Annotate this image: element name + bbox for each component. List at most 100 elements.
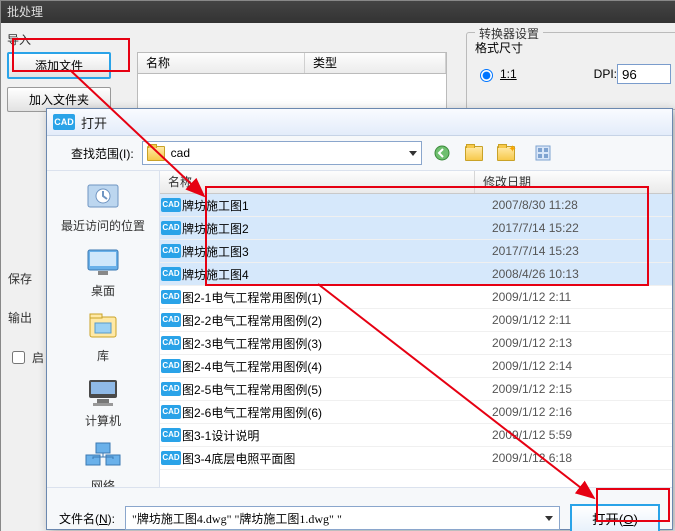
file-row[interactable]: CAD牌坊施工图12007/8/30 11:28: [160, 194, 672, 217]
file-name: 牌坊施工图4: [182, 266, 492, 283]
lookin-label: 查找范围(I):: [71, 145, 134, 162]
file-date: 2017/7/14 15:23: [492, 244, 672, 258]
file-row[interactable]: CAD图2-1电气工程常用图例(1)2009/1/12 2:11: [160, 286, 672, 309]
place-recent[interactable]: 最近访问的位置: [47, 177, 159, 240]
file-row[interactable]: CAD图3-4底层电照平面图2009/1/12 6:18: [160, 447, 672, 470]
filename-label: 文件名(N):: [59, 510, 115, 527]
file-date: 2009/1/12 2:15: [492, 382, 672, 396]
save-label: 保存: [8, 270, 44, 287]
view-menu-button[interactable]: [526, 141, 562, 165]
col-header-name[interactable]: 名称: [160, 171, 475, 193]
file-date: 2017/7/14 15:22: [492, 221, 672, 235]
file-name: 图2-2电气工程常用图例(2): [182, 312, 492, 329]
dpi-input[interactable]: [617, 64, 671, 84]
place-label: 网络: [47, 477, 159, 487]
file-date: 2007/8/30 11:28: [492, 198, 672, 212]
recent-icon: [82, 179, 124, 215]
place-desktop[interactable]: 桌面: [47, 242, 159, 305]
cad-file-icon: CAD: [160, 198, 182, 212]
run-checkbox[interactable]: [12, 351, 25, 364]
open-dialog: CAD 打开 查找范围(I): cad ✦: [46, 108, 673, 530]
chevron-down-icon: [409, 151, 417, 156]
go-back-button[interactable]: [430, 141, 454, 165]
file-name: 图2-1电气工程常用图例(1): [182, 289, 492, 306]
file-name: 牌坊施工图3: [182, 243, 492, 260]
file-name: 图3-4底层电照平面图: [182, 450, 492, 467]
new-folder-button[interactable]: ✦: [494, 141, 518, 165]
cad-file-icon: CAD: [160, 451, 182, 465]
converter-legend: 转换器设置: [475, 25, 543, 42]
cad-file-icon: CAD: [160, 405, 182, 419]
open-button[interactable]: 打开(O): [570, 504, 660, 531]
file-row[interactable]: CAD图3-1设计说明2009/1/12 5:59: [160, 424, 672, 447]
col-header-date[interactable]: 修改日期: [475, 171, 672, 193]
file-row[interactable]: CAD牌坊施工图22017/7/14 15:22: [160, 217, 672, 240]
file-date: 2009/1/12 5:59: [492, 428, 672, 442]
cad-file-icon: CAD: [160, 428, 182, 442]
filename-value: "牌坊施工图4.dwg" "牌坊施工图1.dwg" ": [132, 510, 342, 527]
converter-settings-group: 转换器设置 格式尺寸 1:1 DPI:: [466, 32, 675, 110]
cad-file-icon: CAD: [160, 359, 182, 373]
col-name: 名称: [138, 53, 305, 73]
window-title: 批处理: [1, 1, 675, 23]
file-date: 2008/4/26 10:13: [492, 267, 672, 281]
file-name: 图2-5电气工程常用图例(5): [182, 381, 492, 398]
file-name: 图2-6电气工程常用图例(6): [182, 404, 492, 421]
cad-file-icon: CAD: [160, 313, 182, 327]
file-row[interactable]: CAD图2-2电气工程常用图例(2)2009/1/12 2:11: [160, 309, 672, 332]
place-libraries[interactable]: 库: [47, 307, 159, 370]
file-date: 2009/1/12 2:13: [492, 336, 672, 350]
ratio-1-1-input[interactable]: [480, 69, 493, 82]
file-list-header: 名称 类型: [137, 52, 447, 74]
filename-combo[interactable]: "牌坊施工图4.dwg" "牌坊施工图1.dwg" ": [125, 506, 560, 530]
desktop-icon: [82, 244, 124, 280]
file-date: 2009/1/12 6:18: [492, 451, 672, 465]
add-file-button[interactable]: 添加文件: [7, 52, 111, 79]
ratio-1-1-radio[interactable]: 1:1: [475, 66, 517, 82]
cad-file-icon: CAD: [160, 267, 182, 281]
col-type: 类型: [305, 53, 446, 73]
file-date: 2009/1/12 2:16: [492, 405, 672, 419]
network-icon: [82, 439, 124, 475]
file-row[interactable]: CAD图2-6电气工程常用图例(6)2009/1/12 2:16: [160, 401, 672, 424]
dpi-label: DPI:: [594, 67, 617, 81]
dialog-titlebar: CAD 打开: [47, 109, 672, 136]
run-checkbox-row[interactable]: 启: [8, 348, 44, 367]
cad-file-icon: CAD: [160, 336, 182, 350]
folder-icon: [147, 146, 165, 161]
file-columns-header[interactable]: 名称 修改日期: [160, 171, 672, 194]
place-label: 库: [47, 347, 159, 364]
cad-app-icon: CAD: [53, 114, 75, 130]
file-name: 图3-1设计说明: [182, 427, 492, 444]
dialog-title-text: 打开: [81, 113, 107, 132]
file-date: 2009/1/12 2:14: [492, 359, 672, 373]
file-name: 牌坊施工图1: [182, 197, 492, 214]
chevron-down-icon: [545, 516, 553, 521]
libraries-icon: [82, 309, 124, 345]
file-name: 牌坊施工图2: [182, 220, 492, 237]
place-computer[interactable]: 计算机: [47, 372, 159, 435]
output-label: 输出: [8, 309, 44, 326]
left-labels: 保存 输出 启: [8, 270, 44, 389]
cad-file-icon: CAD: [160, 221, 182, 235]
computer-icon: [82, 374, 124, 410]
lookin-value: cad: [171, 146, 190, 160]
file-row[interactable]: CAD牌坊施工图32017/7/14 15:23: [160, 240, 672, 263]
file-row[interactable]: CAD牌坊施工图42008/4/26 10:13: [160, 263, 672, 286]
file-date: 2009/1/12 2:11: [492, 313, 672, 327]
file-name: 图2-3电气工程常用图例(3): [182, 335, 492, 352]
place-label: 计算机: [47, 412, 159, 429]
file-rows[interactable]: CAD牌坊施工图12007/8/30 11:28CAD牌坊施工图22017/7/…: [160, 194, 672, 487]
lookin-combo[interactable]: cad: [142, 141, 422, 165]
place-label: 最近访问的位置: [47, 217, 159, 234]
cad-file-icon: CAD: [160, 290, 182, 304]
file-row[interactable]: CAD图2-4电气工程常用图例(4)2009/1/12 2:14: [160, 355, 672, 378]
file-row[interactable]: CAD图2-3电气工程常用图例(3)2009/1/12 2:13: [160, 332, 672, 355]
up-one-level-button[interactable]: [462, 141, 486, 165]
cad-file-icon: CAD: [160, 382, 182, 396]
cad-file-icon: CAD: [160, 244, 182, 258]
file-row[interactable]: CAD图2-5电气工程常用图例(5)2009/1/12 2:15: [160, 378, 672, 401]
file-date: 2009/1/12 2:11: [492, 290, 672, 304]
place-label: 桌面: [47, 282, 159, 299]
place-network[interactable]: 网络: [47, 437, 159, 487]
